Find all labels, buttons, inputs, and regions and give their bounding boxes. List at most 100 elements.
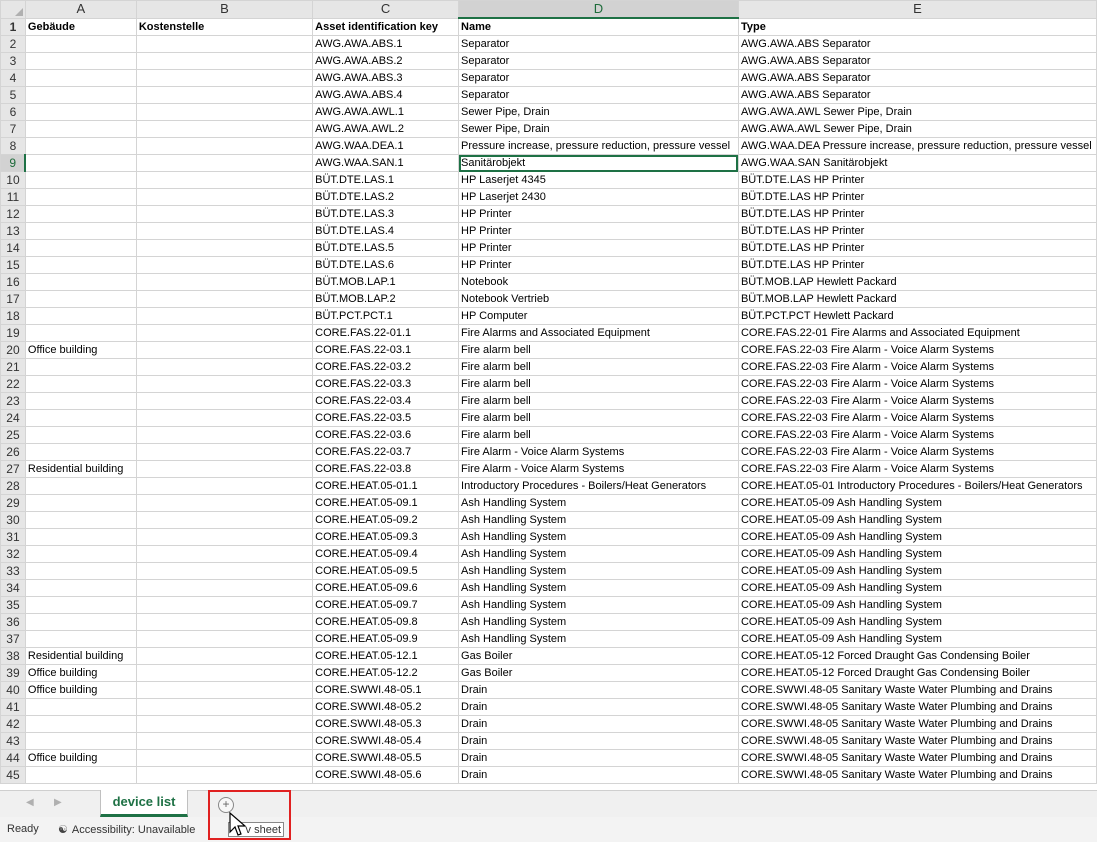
row-header[interactable]: 12	[0, 205, 26, 223]
cell-c[interactable]: AWG.AWA.AWL.1	[312, 103, 460, 121]
cell-e[interactable]: CORE.SWWI.48-05 Sanitary Waste Water Plu…	[737, 766, 1097, 784]
cell-d[interactable]: Sewer Pipe, Drain	[458, 103, 739, 121]
cell-d[interactable]: Fire alarm bell	[458, 341, 739, 359]
cell-c[interactable]: AWG.WAA.DEA.1	[312, 137, 460, 155]
cell-c[interactable]: CORE.FAS.22-01.1	[312, 324, 460, 342]
cell-a[interactable]	[24, 171, 137, 189]
row-header[interactable]: 44	[0, 749, 26, 767]
cell-a[interactable]	[24, 477, 137, 495]
row-header[interactable]: 38	[0, 647, 26, 665]
row-header[interactable]: 43	[0, 732, 26, 750]
row-header[interactable]: 39	[0, 664, 26, 682]
cell-b[interactable]	[135, 35, 314, 53]
cell-b[interactable]	[135, 545, 314, 563]
cell-b[interactable]	[135, 477, 314, 495]
row-header[interactable]: 34	[0, 579, 26, 597]
cell-e[interactable]: AWG.AWA.AWL Sewer Pipe, Drain	[737, 103, 1097, 121]
row-header[interactable]: 24	[0, 409, 26, 427]
cell-a[interactable]	[24, 698, 137, 716]
cell-d[interactable]: Fire alarm bell	[458, 375, 739, 393]
cell-b[interactable]	[135, 511, 314, 529]
cell-e[interactable]: BÜT.DTE.LAS HP Printer	[737, 171, 1097, 189]
cell-e[interactable]: CORE.HEAT.05-09 Ash Handling System	[737, 562, 1097, 580]
cell-e[interactable]: BÜT.MOB.LAP Hewlett Packard	[737, 290, 1097, 308]
cell-e[interactable]: CORE.FAS.22-01 Fire Alarms and Associate…	[737, 324, 1097, 342]
row-header[interactable]: 3	[0, 52, 26, 70]
cell-e[interactable]: CORE.HEAT.05-09 Ash Handling System	[737, 545, 1097, 563]
cell-c[interactable]: CORE.SWWI.48-05.5	[312, 749, 460, 767]
row-header[interactable]: 13	[0, 222, 26, 240]
cell-e[interactable]: BÜT.DTE.LAS HP Printer	[737, 205, 1097, 223]
cell-e[interactable]: BÜT.PCT.PCT Hewlett Packard	[737, 307, 1097, 325]
row-header[interactable]: 16	[0, 273, 26, 291]
cell-b[interactable]	[135, 171, 314, 189]
cell-d[interactable]: Drain	[458, 715, 739, 733]
cell-c[interactable]: AWG.AWA.ABS.3	[312, 69, 460, 87]
cell-e[interactable]: CORE.HEAT.05-09 Ash Handling System	[737, 613, 1097, 631]
cell-a[interactable]	[24, 69, 137, 87]
cell-b[interactable]	[135, 324, 314, 342]
spreadsheet-grid[interactable]: A B C D E 1 Gebäude Kostenstelle Asset i…	[0, 0, 1097, 790]
cell-c[interactable]: CORE.HEAT.05-01.1	[312, 477, 460, 495]
cell-d[interactable]: Separator	[458, 35, 739, 53]
cell-d[interactable]: Drain	[458, 732, 739, 750]
column-header-e[interactable]: E	[737, 0, 1097, 19]
column-header-b[interactable]: B	[135, 0, 314, 19]
header-cell-name[interactable]: Name	[458, 17, 739, 36]
cell-b[interactable]	[135, 698, 314, 716]
cell-a[interactable]	[24, 443, 137, 461]
cell-c[interactable]: CORE.FAS.22-03.6	[312, 426, 460, 444]
cell-b[interactable]	[135, 52, 314, 70]
row-header[interactable]: 21	[0, 358, 26, 376]
cell-e[interactable]: CORE.FAS.22-03 Fire Alarm - Voice Alarm …	[737, 375, 1097, 393]
cell-d[interactable]: HP Computer	[458, 307, 739, 325]
cell-d[interactable]: Drain	[458, 766, 739, 784]
cell-b[interactable]	[135, 358, 314, 376]
cell-b[interactable]	[135, 103, 314, 121]
cell-d[interactable]: Fire alarm bell	[458, 392, 739, 410]
row-header[interactable]: 7	[0, 120, 26, 138]
cell-c[interactable]: CORE.HEAT.05-12.2	[312, 664, 460, 682]
cell-e[interactable]: AWG.AWA.ABS Separator	[737, 86, 1097, 104]
cell-d[interactable]: Ash Handling System	[458, 596, 739, 614]
cell-a[interactable]	[24, 188, 137, 206]
cell-b[interactable]	[135, 681, 314, 699]
cell-b[interactable]	[135, 579, 314, 597]
cell-d[interactable]: HP Printer	[458, 256, 739, 274]
accessibility-status[interactable]: ☯ Accessibility: Unavailable	[58, 823, 195, 836]
column-header-a[interactable]: A	[24, 0, 137, 19]
cell-c[interactable]: BÜT.DTE.LAS.6	[312, 256, 460, 274]
cell-c[interactable]: CORE.HEAT.05-09.1	[312, 494, 460, 512]
cell-e[interactable]: BÜT.MOB.LAP Hewlett Packard	[737, 273, 1097, 291]
cell-c[interactable]: CORE.FAS.22-03.2	[312, 358, 460, 376]
cell-b[interactable]	[135, 307, 314, 325]
cell-d[interactable]: Pressure increase, pressure reduction, p…	[458, 137, 739, 155]
cell-b[interactable]	[135, 375, 314, 393]
cell-a[interactable]	[24, 324, 137, 342]
cell-e[interactable]: CORE.FAS.22-03 Fire Alarm - Voice Alarm …	[737, 460, 1097, 478]
row-header[interactable]: 26	[0, 443, 26, 461]
cell-a[interactable]	[24, 86, 137, 104]
cell-b[interactable]	[135, 426, 314, 444]
cell-e[interactable]: CORE.FAS.22-03 Fire Alarm - Voice Alarm …	[737, 409, 1097, 427]
row-header[interactable]: 28	[0, 477, 26, 495]
cell-c[interactable]: AWG.AWA.AWL.2	[312, 120, 460, 138]
cell-c[interactable]: CORE.HEAT.05-09.7	[312, 596, 460, 614]
cell-a[interactable]	[24, 273, 137, 291]
row-header[interactable]: 17	[0, 290, 26, 308]
select-all-corner[interactable]	[0, 0, 26, 19]
cell-e[interactable]: CORE.HEAT.05-09 Ash Handling System	[737, 579, 1097, 597]
cell-b[interactable]	[135, 273, 314, 291]
row-header[interactable]: 19	[0, 324, 26, 342]
cell-a[interactable]	[24, 409, 137, 427]
sheet-tab-device-list[interactable]: device list	[100, 790, 188, 817]
cell-e[interactable]: CORE.FAS.22-03 Fire Alarm - Voice Alarm …	[737, 358, 1097, 376]
cell-d[interactable]: HP Laserjet 2430	[458, 188, 739, 206]
cell-e[interactable]: CORE.SWWI.48-05 Sanitary Waste Water Plu…	[737, 698, 1097, 716]
row-header[interactable]: 5	[0, 86, 26, 104]
cell-e[interactable]: BÜT.DTE.LAS HP Printer	[737, 222, 1097, 240]
cell-c[interactable]: CORE.FAS.22-03.7	[312, 443, 460, 461]
cell-b[interactable]	[135, 630, 314, 648]
cell-d[interactable]: Separator	[458, 69, 739, 87]
cell-c[interactable]: CORE.SWWI.48-05.3	[312, 715, 460, 733]
